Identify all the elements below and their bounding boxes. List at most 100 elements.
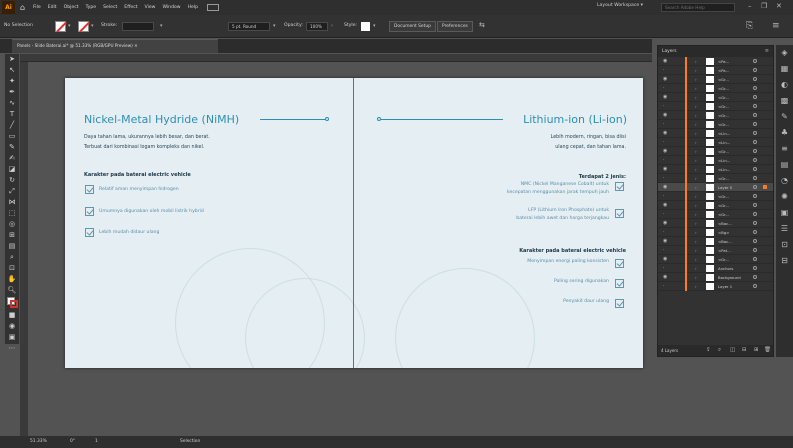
stroke-panel-icon[interactable]: ≡: [776, 141, 793, 157]
expand-arrow-icon[interactable]: ›: [695, 165, 697, 174]
layer-row[interactable]: ◉ › <Gr...: [658, 75, 773, 84]
visibility-eye-icon[interactable]: ·: [663, 246, 665, 255]
artboard[interactable]: Nickel-Metal Hydride (NiMH) Daya tahan l…: [65, 78, 643, 368]
layer-name[interactable]: <Pa...: [718, 57, 729, 66]
fill-dropdown-icon[interactable]: ▾: [68, 23, 71, 29]
perspective-grid-tool-icon[interactable]: ⊞: [5, 230, 19, 241]
layer-name[interactable]: Anchors: [718, 264, 733, 273]
layer-name[interactable]: <Gr...: [718, 84, 729, 93]
layer-row[interactable]: · › Anchors: [658, 264, 773, 273]
collect-for-export-icon[interactable]: ⇪: [706, 345, 711, 356]
layers-panel-title[interactable]: Layers: [662, 49, 677, 54]
expand-arrow-icon[interactable]: ›: [695, 66, 697, 75]
layer-name[interactable]: <Gr...: [718, 75, 729, 84]
expand-arrow-icon[interactable]: ›: [695, 111, 697, 120]
eyedropper-tool-icon[interactable]: ⌕: [5, 252, 19, 263]
visibility-eye-icon[interactable]: ◉: [663, 57, 667, 66]
visibility-eye-icon[interactable]: ·: [663, 102, 665, 111]
visibility-eye-icon[interactable]: ·: [663, 84, 665, 93]
layer-row[interactable]: · › Layer 1: [658, 282, 773, 291]
layer-row[interactable]: · › <Gr...: [658, 102, 773, 111]
target-circle-icon[interactable]: [753, 59, 757, 63]
target-circle-icon[interactable]: [753, 203, 757, 207]
visibility-eye-icon[interactable]: ◉: [663, 129, 667, 138]
style-swatch[interactable]: [361, 22, 370, 31]
arrange-documents-icon[interactable]: [207, 4, 220, 11]
target-circle-icon[interactable]: [753, 194, 757, 198]
direct-selection-tool-icon[interactable]: ↖: [5, 65, 19, 76]
expand-arrow-icon[interactable]: ›: [695, 264, 697, 273]
expand-arrow-icon[interactable]: ›: [695, 237, 697, 246]
target-circle-icon[interactable]: [753, 284, 757, 288]
layer-name[interactable]: <Lin...: [718, 129, 730, 138]
expand-arrow-icon[interactable]: ›: [695, 273, 697, 282]
layer-row[interactable]: ◉ › <Bac...: [658, 219, 773, 228]
help-search-input[interactable]: Search Adobe Help: [661, 3, 735, 12]
rectangle-tool-icon[interactable]: ▭: [5, 131, 19, 142]
layer-row[interactable]: · › <Lin...: [658, 138, 773, 147]
layer-row[interactable]: ◉ › <Gr...: [658, 111, 773, 120]
layer-name[interactable]: <Lin...: [718, 138, 730, 147]
expand-arrow-icon[interactable]: ›: [695, 183, 697, 192]
expand-arrow-icon[interactable]: ›: [695, 156, 697, 165]
stroke-weight-dropdown-icon[interactable]: ▾: [160, 23, 163, 29]
screen-mode-icon[interactable]: ▣: [5, 332, 19, 343]
target-circle-icon[interactable]: [753, 230, 757, 234]
layer-name[interactable]: <Gr...: [718, 120, 729, 129]
home-icon[interactable]: ⌂: [18, 3, 27, 12]
restore-icon[interactable]: ❐: [761, 2, 767, 10]
menu-view[interactable]: View: [145, 5, 156, 10]
target-circle-icon[interactable]: [753, 275, 757, 279]
free-transform-tool-icon[interactable]: ⬚: [5, 208, 19, 219]
layer-name[interactable]: <Bg>: [718, 228, 729, 237]
opacity-field[interactable]: 100%: [306, 22, 328, 31]
expand-arrow-icon[interactable]: ›: [695, 57, 697, 66]
transform-icon[interactable]: ⇆: [479, 21, 485, 29]
menu-type[interactable]: Type: [86, 5, 97, 10]
target-circle-icon[interactable]: [753, 266, 757, 270]
menu-effect[interactable]: Effect: [124, 5, 137, 10]
new-layer-icon[interactable]: ⊞: [754, 345, 759, 356]
curvature-tool-icon[interactable]: ∿: [5, 98, 19, 109]
layer-row[interactable]: · › <Pat...: [658, 246, 773, 255]
visibility-eye-icon[interactable]: ◉: [663, 75, 667, 84]
share-icon[interactable]: ⎘: [746, 21, 753, 31]
visibility-eye-icon[interactable]: ·: [663, 228, 665, 237]
layer-name[interactable]: <Bac...: [718, 237, 732, 246]
target-circle-icon[interactable]: [753, 104, 757, 108]
expand-arrow-icon[interactable]: ›: [695, 174, 697, 183]
layer-name[interactable]: <Gr...: [718, 93, 729, 102]
visibility-eye-icon[interactable]: ·: [663, 174, 665, 183]
layers-icon[interactable]: ☰: [776, 221, 793, 237]
target-circle-icon[interactable]: [753, 113, 757, 117]
layer-row[interactable]: ◉ › Layer 5: [658, 183, 773, 192]
expand-arrow-icon[interactable]: ›: [695, 147, 697, 156]
visibility-eye-icon[interactable]: ◉: [663, 255, 667, 264]
stroke-weight-field[interactable]: [122, 22, 154, 31]
layer-row[interactable]: · › <Gr...: [658, 174, 773, 183]
menu-window[interactable]: Window: [162, 5, 180, 10]
layer-row[interactable]: · › <Gr...: [658, 84, 773, 93]
menu-file[interactable]: File: [33, 5, 41, 10]
expand-arrow-icon[interactable]: ›: [695, 129, 697, 138]
artboards-icon[interactable]: ⊡: [776, 237, 793, 253]
opacity-dropdown-icon[interactable]: ›: [331, 23, 333, 29]
layer-row[interactable]: · › <Lin...: [658, 156, 773, 165]
menu-object[interactable]: Object: [64, 5, 79, 10]
document-tab[interactable]: Panels - Slide Baterai.ai* @ 51.33% (RGB…: [12, 39, 218, 53]
layer-name[interactable]: <Lin...: [718, 156, 730, 165]
delete-layer-icon[interactable]: 🗑︎: [764, 345, 771, 356]
visibility-eye-icon[interactable]: ◉: [663, 93, 667, 102]
layer-row[interactable]: · › <Pa...: [658, 66, 773, 75]
layer-row[interactable]: ◉ › <Pa...: [658, 57, 773, 66]
visibility-eye-icon[interactable]: ◉: [663, 219, 667, 228]
target-circle-icon[interactable]: [753, 221, 757, 225]
layer-name[interactable]: <Gr...: [718, 192, 729, 201]
stroke-indicator-icon[interactable]: [10, 300, 18, 308]
layer-name[interactable]: <Bac...: [718, 219, 732, 228]
style-dropdown-icon[interactable]: ▾: [373, 23, 376, 29]
symbols-icon[interactable]: ♣: [776, 125, 793, 141]
layer-name[interactable]: <Gr...: [718, 111, 729, 120]
selection-tool-icon[interactable]: ➤: [5, 54, 19, 65]
target-circle-icon[interactable]: [753, 239, 757, 243]
